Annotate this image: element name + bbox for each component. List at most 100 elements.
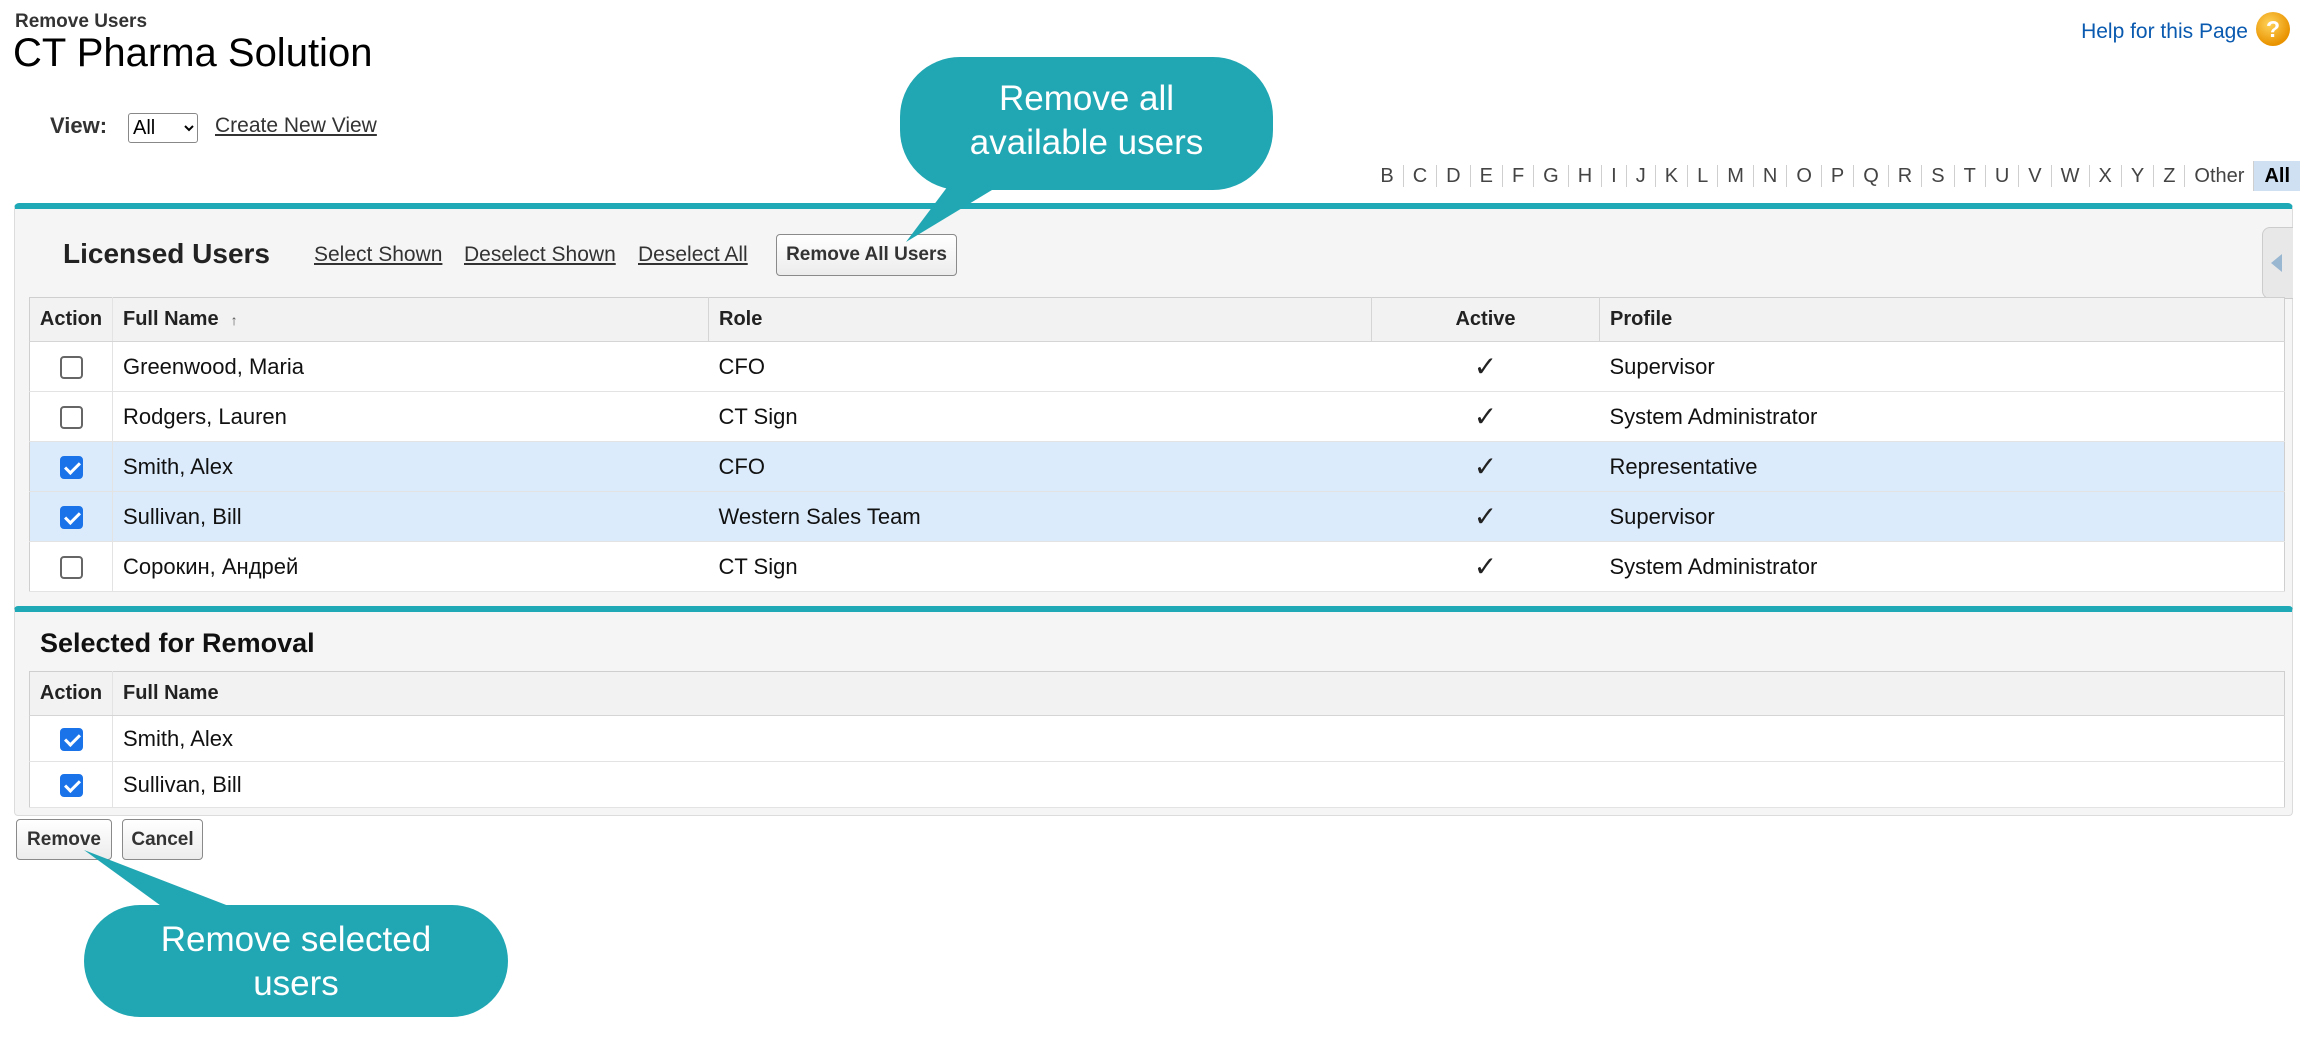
user-profile: Representative (1599, 441, 2285, 492)
alpha-filter-t[interactable]: T (1953, 165, 1985, 187)
side-panel-toggle[interactable] (2262, 227, 2293, 299)
deselect-shown-link[interactable]: Deselect Shown (464, 243, 616, 267)
alpha-filter-d[interactable]: D (1436, 165, 1469, 187)
selected-for-removal-table: Action Full Name Smith, Alex Sullivan, Bi… (29, 671, 2285, 808)
alpha-filter-u[interactable]: U (1984, 165, 2018, 187)
row-select-checkbox[interactable] (59, 556, 83, 580)
row-action-cell (29, 761, 113, 808)
user-full-name: Sullivan, Bill (112, 761, 2285, 808)
alpha-filter-w[interactable]: W (2050, 165, 2089, 187)
checkmark-icon: ✓ (1473, 501, 1498, 532)
alpha-filter-y[interactable]: Y (2120, 165, 2153, 187)
user-full-name: Rodgers, Lauren (112, 391, 709, 442)
alpha-filter-other[interactable]: Other (2184, 165, 2253, 187)
user-full-name: Сорокин, Андрей (112, 541, 709, 592)
page-title: CT Pharma Solution (13, 31, 373, 75)
select-shown-link[interactable]: Select Shown (314, 243, 442, 267)
row-action-cell (29, 341, 113, 392)
user-role: Western Sales Team (708, 491, 1372, 542)
row-select-checkbox[interactable] (59, 456, 83, 480)
alpha-filter-f[interactable]: F (1501, 165, 1533, 187)
user-active-cell: ✓ (1371, 541, 1600, 592)
alpha-filter-m[interactable]: M (1717, 165, 1753, 187)
alpha-filter-b[interactable]: B (1371, 165, 1402, 187)
deselect-all-link[interactable]: Deselect All (638, 243, 748, 267)
column-header-profile[interactable]: Profile (1599, 297, 2285, 342)
user-profile: System Administrator (1599, 541, 2285, 592)
user-active-cell: ✓ (1371, 341, 1600, 392)
table-row: Greenwood, Maria CFO ✓ Supervisor (29, 341, 2285, 392)
user-role: CT Sign (708, 391, 1372, 442)
column-header-action: Action (29, 297, 113, 342)
row-select-checkbox[interactable] (59, 728, 83, 752)
alpha-filter-all[interactable]: All (2253, 161, 2300, 191)
column-header-active[interactable]: Active (1371, 297, 1600, 342)
column-header-action: Action (29, 671, 113, 716)
checkmark-icon: ✓ (1473, 401, 1498, 432)
user-profile: Supervisor (1599, 491, 2285, 542)
table-row: Smith, Alex CFO ✓ Representative (29, 441, 2285, 492)
user-full-name: Greenwood, Maria (112, 341, 709, 392)
alpha-filter-h[interactable]: H (1567, 165, 1601, 187)
user-role: CT Sign (708, 541, 1372, 592)
licensed-users-panel: Licensed Users Select Shown Deselect Sho… (14, 203, 2293, 609)
checkmark-icon: ✓ (1473, 351, 1498, 382)
collapse-arrow-icon (2271, 254, 2282, 272)
user-profile: Supervisor (1599, 341, 2285, 392)
column-header-full-name[interactable]: Full Name ↑ (112, 297, 709, 342)
checkmark-icon: ✓ (1473, 551, 1498, 582)
user-active-cell: ✓ (1371, 391, 1600, 442)
user-full-name: Sullivan, Bill (112, 491, 709, 542)
table-row: Сорокин, Андрей CT Sign ✓ System Administra… (29, 541, 2285, 592)
alpha-filter-o[interactable]: O (1786, 165, 1821, 187)
table-row: Smith, Alex (29, 715, 2285, 762)
selected-for-removal-title: Selected for Removal (40, 628, 315, 658)
licensed-users-title: Licensed Users (63, 238, 270, 269)
table-row: Rodgers, Lauren CT Sign ✓ System Administra… (29, 391, 2285, 442)
checkmark-icon: ✓ (1473, 451, 1498, 482)
table-header-row: Action Full Name (29, 671, 2285, 716)
licensed-users-table: Action Full Name ↑ Role Active Profile Gr… (29, 297, 2285, 592)
user-profile: System Administrator (1599, 391, 2285, 442)
help-link[interactable]: Help for this Page (2081, 20, 2248, 44)
alpha-filter-s[interactable]: S (1921, 165, 1953, 187)
column-header-full-name-label: Full Name (123, 308, 219, 330)
row-select-checkbox[interactable] (59, 774, 83, 798)
alpha-filter-n[interactable]: N (1752, 165, 1786, 187)
alpha-filter-l[interactable]: L (1687, 165, 1717, 187)
row-select-checkbox[interactable] (59, 506, 83, 530)
user-active-cell: ✓ (1371, 441, 1600, 492)
user-full-name: Smith, Alex (112, 441, 709, 492)
alpha-filter-r[interactable]: R (1887, 165, 1921, 187)
callout-remove-selected: Remove selected users (84, 905, 508, 1017)
user-full-name: Smith, Alex (112, 715, 2285, 762)
view-label: View: (50, 113, 108, 138)
callout-line: users (253, 964, 339, 1003)
alpha-filter-z[interactable]: Z (2153, 165, 2184, 187)
alpha-filter-g[interactable]: G (1533, 165, 1568, 187)
alpha-filter-p[interactable]: P (1820, 165, 1853, 187)
row-action-cell (29, 391, 113, 442)
row-action-cell (29, 441, 113, 492)
alpha-filter-q[interactable]: Q (1853, 165, 1888, 187)
alpha-filter-j[interactable]: J (1625, 165, 1655, 187)
user-role: CFO (708, 441, 1372, 492)
user-active-cell: ✓ (1371, 491, 1600, 542)
view-select[interactable]: All (128, 113, 198, 143)
row-select-checkbox[interactable] (59, 356, 83, 380)
alpha-filter-v[interactable]: V (2018, 165, 2050, 187)
alpha-filter-i[interactable]: I (1601, 165, 1626, 187)
row-action-cell (29, 491, 113, 542)
row-select-checkbox[interactable] (59, 406, 83, 430)
alpha-filter-x[interactable]: X (2088, 165, 2121, 187)
callout-line: available users (969, 123, 1204, 162)
alpha-filter-e[interactable]: E (1469, 165, 1502, 187)
callout-line: Remove all (998, 79, 1175, 118)
create-new-view-link[interactable]: Create New View (215, 114, 377, 138)
question-icon[interactable]: ? (2256, 12, 2290, 46)
column-header-role[interactable]: Role (708, 297, 1372, 342)
alpha-filter-k[interactable]: K (1654, 165, 1687, 187)
callout-line: Remove selected (160, 920, 432, 959)
alpha-filter-c[interactable]: C (1402, 165, 1436, 187)
callout-remove-all: Remove all available users (900, 57, 1273, 190)
